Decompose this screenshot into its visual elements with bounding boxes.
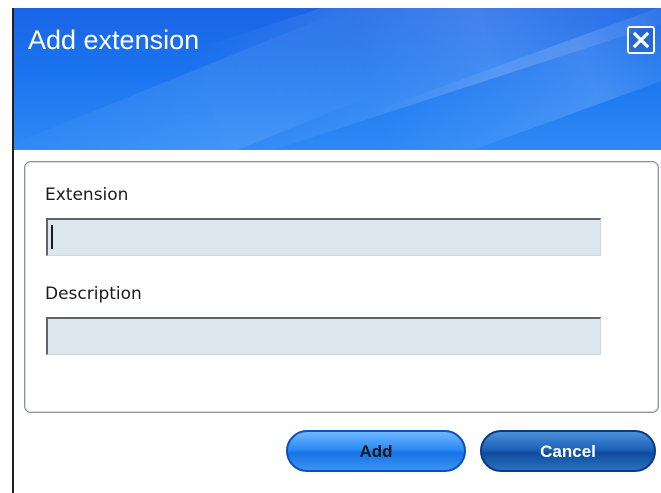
close-button[interactable]: [627, 26, 655, 54]
description-input[interactable]: [46, 317, 601, 355]
text-caret: [51, 225, 53, 249]
dialog-title: Add extension: [28, 25, 200, 55]
add-button[interactable]: Add: [286, 430, 466, 472]
extension-input[interactable]: [46, 218, 601, 256]
form-panel: Extension Description: [24, 161, 659, 413]
dialog-titlebar[interactable]: Add extension: [14, 8, 661, 150]
cancel-button[interactable]: Cancel: [480, 430, 656, 472]
close-icon: [632, 31, 650, 49]
add-extension-dialog: Add extension Extension Description Add …: [0, 0, 661, 493]
description-label: Description: [45, 284, 142, 304]
extension-label: Extension: [45, 185, 129, 205]
